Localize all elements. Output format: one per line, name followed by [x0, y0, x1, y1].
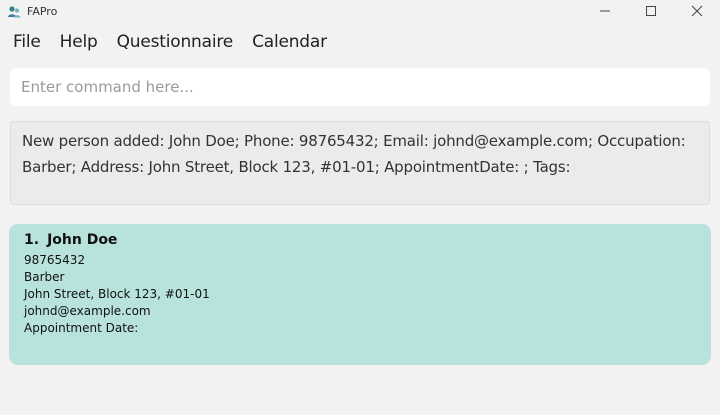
minimize-icon	[600, 10, 610, 12]
menu-bar: File Help Questionnaire Calendar	[0, 22, 720, 62]
close-button[interactable]	[674, 0, 720, 22]
person-list[interactable]: 1. John Doe 98765432 Barber John Street, …	[9, 224, 711, 365]
window-title: FAPro	[27, 4, 58, 18]
people-icon	[7, 4, 21, 18]
person-index: 1.	[24, 232, 40, 248]
result-text: New person added: John Doe; Phone: 98765…	[22, 132, 686, 176]
close-icon	[691, 5, 703, 17]
person-name: John Doe	[47, 232, 118, 248]
maximize-icon	[646, 6, 656, 16]
command-input[interactable]	[10, 68, 710, 106]
person-appointment: Appointment Date:	[24, 321, 139, 335]
title-bar: FAPro	[0, 0, 720, 22]
result-display: New person added: John Doe; Phone: 98765…	[10, 121, 710, 205]
window-controls	[582, 0, 720, 22]
maximize-button[interactable]	[628, 0, 674, 22]
menu-calendar[interactable]: Calendar	[252, 32, 327, 52]
person-occupation: Barber	[24, 270, 65, 284]
person-email: johnd@example.com	[24, 304, 151, 318]
minimize-button[interactable]	[582, 0, 628, 22]
menu-questionnaire[interactable]: Questionnaire	[117, 32, 234, 52]
person-card[interactable]: 1. John Doe 98765432 Barber John Street, …	[9, 224, 711, 365]
person-card-header: 1. John Doe	[24, 232, 696, 248]
person-address: John Street, Block 123, #01-01	[24, 287, 210, 301]
menu-file[interactable]: File	[13, 32, 41, 52]
person-phone: 98765432	[24, 253, 86, 267]
menu-help[interactable]: Help	[60, 32, 98, 52]
